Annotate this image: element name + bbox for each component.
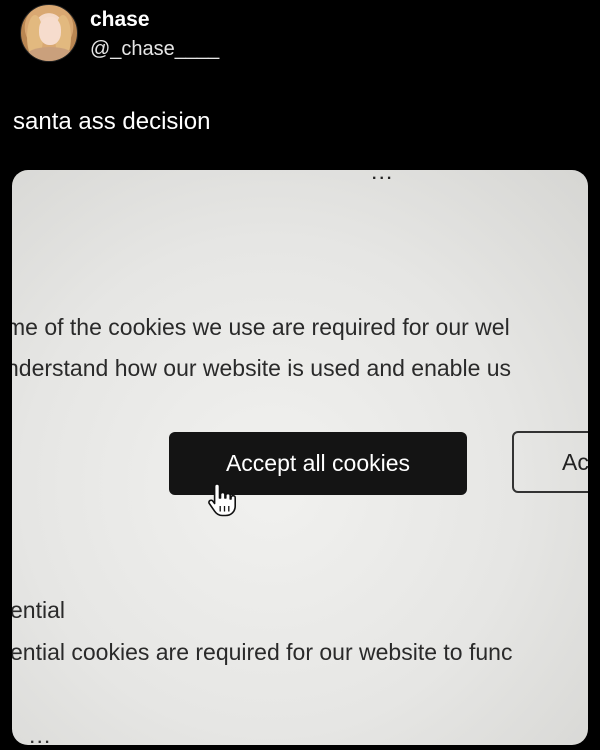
- avatar[interactable]: [20, 4, 78, 62]
- cut-off-section-heading: ...: [30, 730, 53, 745]
- essential-section-title: ential: [12, 597, 65, 623]
- essential-section-description: ential cookies are required for our webs…: [12, 639, 513, 665]
- user-handle[interactable]: @_chase____: [90, 38, 219, 61]
- avatar-face: [39, 17, 61, 45]
- consent-text-line-1: me of the cookies we use are required fo…: [12, 314, 510, 340]
- display-name[interactable]: chase: [90, 8, 150, 32]
- consent-text-line-2: nderstand how our website is used and en…: [12, 355, 512, 381]
- secondary-cookie-button[interactable]: Ac: [512, 431, 588, 493]
- cut-off-heading: ...: [372, 170, 395, 183]
- hand-pointer-icon: [208, 483, 236, 517]
- secondary-button-label: Ac: [562, 448, 588, 475]
- tweet-text: santa ass decision: [13, 108, 211, 135]
- attached-photo[interactable]: ... me of the cookies we use are require…: [12, 170, 588, 745]
- accept-button-label: Accept all cookies: [225, 450, 411, 476]
- avatar-shoulders: [25, 47, 75, 61]
- tweet-header: chase @_chase____ santa ass decision: [0, 0, 600, 160]
